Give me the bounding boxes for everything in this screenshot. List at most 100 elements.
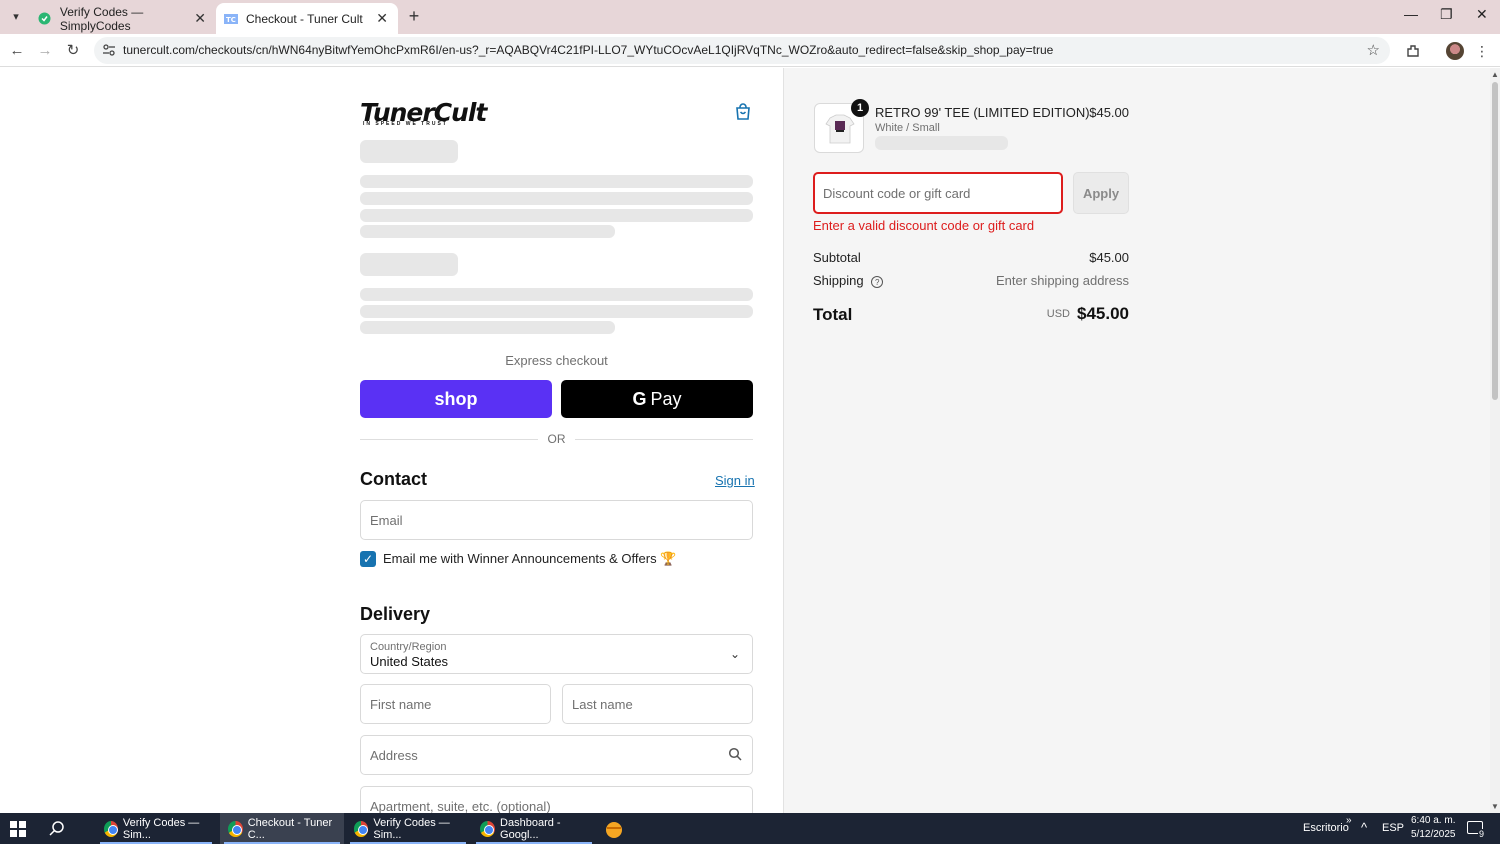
country-value: United States — [370, 654, 449, 669]
simplycodes-favicon-icon — [38, 12, 52, 26]
total-value: $45.00 — [1077, 304, 1129, 323]
address-placeholder: Address — [370, 748, 418, 763]
first-name-placeholder: First name — [370, 697, 432, 712]
google-pay-button[interactable]: G Pay — [561, 380, 753, 418]
chrome-icon — [480, 820, 496, 837]
first-name-field[interactable]: First name — [360, 684, 551, 724]
total-label: Total — [813, 305, 853, 324]
tab-close-icon[interactable]: ✕ — [194, 10, 206, 27]
url-text: tunercult.com/checkouts/cn/hWN64nyBitwfY… — [123, 43, 1054, 57]
double-chevron-icon[interactable]: » — [1346, 815, 1352, 826]
product-price: $45.00 — [1089, 105, 1129, 120]
browser-menu-icon[interactable]: ⋮ — [1472, 41, 1492, 61]
tab-checkout[interactable]: TC Checkout - Tuner Cult ✕ — [216, 3, 398, 34]
chrome-icon — [354, 820, 369, 837]
shipping-value: Enter shipping address — [996, 273, 1129, 288]
google-g-icon: G — [632, 388, 647, 409]
taskbar-app-chrome[interactable]: Verify Codes — Sim... — [96, 813, 216, 844]
taskbar-app-label: Dashboard - Googl... — [500, 816, 561, 841]
forward-icon[interactable]: → — [35, 40, 55, 60]
bookmark-star-icon[interactable]: ☆ — [1367, 41, 1380, 59]
clock-date[interactable]: 5/12/2025 — [1411, 829, 1456, 840]
sign-in-link[interactable]: Sign in — [715, 473, 755, 488]
loading-skeleton — [360, 288, 753, 301]
page-scrollbar[interactable]: ▲ ▼ — [1490, 68, 1500, 813]
tunercult-favicon-icon: TC — [224, 12, 238, 26]
chevron-down-icon: ⌄ — [729, 647, 740, 661]
taskbar-app-chrome[interactable]: Dashboard - Googl... — [472, 813, 596, 844]
loading-skeleton — [360, 253, 458, 276]
windows-taskbar: Verify Codes — Sim... Checkout - Tuner C… — [0, 813, 1500, 844]
back-icon[interactable]: ← — [7, 40, 27, 60]
tab-close-icon[interactable]: ✕ — [376, 10, 388, 27]
tab-search-chevron-icon[interactable]: ▾ — [6, 6, 26, 26]
loading-skeleton — [360, 140, 458, 163]
taskbar-app-chrome-active[interactable]: Checkout - Tuner C... — [220, 813, 344, 844]
reload-icon[interactable]: ↻ — [63, 40, 83, 60]
brand-tagline: IN SPEED WE TRUST — [363, 121, 448, 127]
country-select[interactable]: Country/Region United States ⌄ — [360, 634, 753, 674]
email-field[interactable]: Email — [360, 500, 753, 540]
discount-code-input[interactable]: Discount code or gift card — [813, 172, 1063, 214]
extensions-icon[interactable] — [1403, 41, 1423, 61]
contact-heading: Contact — [360, 469, 427, 489]
loading-skeleton — [360, 321, 615, 334]
scroll-up-icon[interactable]: ▲ — [1491, 70, 1499, 79]
profile-avatar[interactable] — [1445, 41, 1465, 61]
shipping-row: Shipping ? Enter shipping address — [813, 273, 1129, 288]
scrollbar-thumb[interactable] — [1492, 82, 1498, 400]
minimize-icon[interactable]: — — [1404, 6, 1418, 22]
or-divider: OR — [360, 432, 753, 446]
brand-logo[interactable]: TunerCult IN SPEED WE TRUST — [360, 98, 490, 128]
email-placeholder: Email — [370, 513, 403, 528]
site-settings-icon[interactable] — [102, 43, 116, 57]
new-tab-icon[interactable]: + — [404, 6, 424, 26]
pinned-app-icon[interactable] — [604, 819, 624, 839]
taskbar-app-label: Verify Codes — Sim... — [373, 816, 450, 841]
product-name: RETRO 99' TEE (LIMITED EDITION) — [875, 105, 1090, 120]
shipping-label: Shipping — [813, 273, 864, 288]
apartment-placeholder: Apartment, suite, etc. (optional) — [370, 799, 551, 814]
scroll-down-icon[interactable]: ▼ — [1491, 802, 1499, 811]
notification-count: 9 — [1478, 829, 1486, 839]
search-icon — [728, 747, 742, 761]
express-checkout-label: Express checkout — [505, 353, 608, 368]
address-bar[interactable]: tunercult.com/checkouts/cn/hWN64nyBitwfY… — [94, 37, 1390, 64]
loading-skeleton — [360, 209, 753, 222]
newsletter-checkbox[interactable]: ✓ — [360, 551, 376, 567]
google-pay-label: Pay — [650, 388, 682, 409]
chevron-up-icon[interactable]: ^ — [1361, 820, 1367, 835]
tab-title: Verify Codes — SimplyCodes — [59, 4, 144, 33]
chrome-icon — [228, 820, 243, 837]
browser-toolbar: ← → ↻ tunercult.com/checkouts/cn/hWN64ny… — [0, 34, 1500, 67]
subtotal-value: $45.00 — [1089, 250, 1129, 265]
clock-time[interactable]: 6:40 a. m. — [1411, 815, 1455, 826]
windows-start-icon[interactable] — [10, 821, 26, 837]
help-icon[interactable]: ? — [871, 275, 884, 288]
apply-discount-button[interactable]: Apply — [1073, 172, 1129, 214]
delivery-heading: Delivery — [360, 604, 431, 624]
window-close-icon[interactable]: ✕ — [1476, 6, 1488, 23]
subtotal-label: Subtotal — [813, 250, 861, 265]
language-indicator[interactable]: ESP — [1382, 822, 1404, 834]
loading-skeleton — [360, 225, 615, 238]
last-name-field[interactable]: Last name — [562, 684, 753, 724]
tab-simplycodes[interactable]: Verify Codes — SimplyCodes ✕ — [30, 3, 216, 34]
taskbar-search-icon[interactable] — [48, 820, 66, 838]
browser-tabstrip: ▾ Verify Codes — SimplyCodes ✕ TC Checko… — [0, 0, 1500, 34]
quantity-badge: 1 — [851, 99, 869, 117]
discount-error-message: Enter a valid discount code or gift card — [813, 218, 1035, 233]
loading-skeleton — [360, 192, 753, 205]
taskbar-app-chrome[interactable]: Verify Codes — Sim... — [346, 813, 470, 844]
restore-icon[interactable]: ❐ — [1440, 6, 1453, 23]
total-currency: USD — [1046, 308, 1070, 320]
subtotal-row: Subtotal $45.00 — [813, 250, 1129, 265]
loading-skeleton — [360, 175, 753, 188]
shop-pay-button[interactable]: shop — [360, 380, 552, 418]
shopping-bag-icon[interactable] — [733, 102, 753, 122]
desktop-label[interactable]: Escritorio — [1303, 822, 1349, 834]
discount-placeholder: Discount code or gift card — [823, 186, 971, 201]
address-field[interactable]: Address — [360, 735, 753, 775]
total-row: Total USD $45.00 — [813, 304, 1129, 326]
taskbar-app-label: Checkout - Tuner C... — [247, 816, 333, 841]
